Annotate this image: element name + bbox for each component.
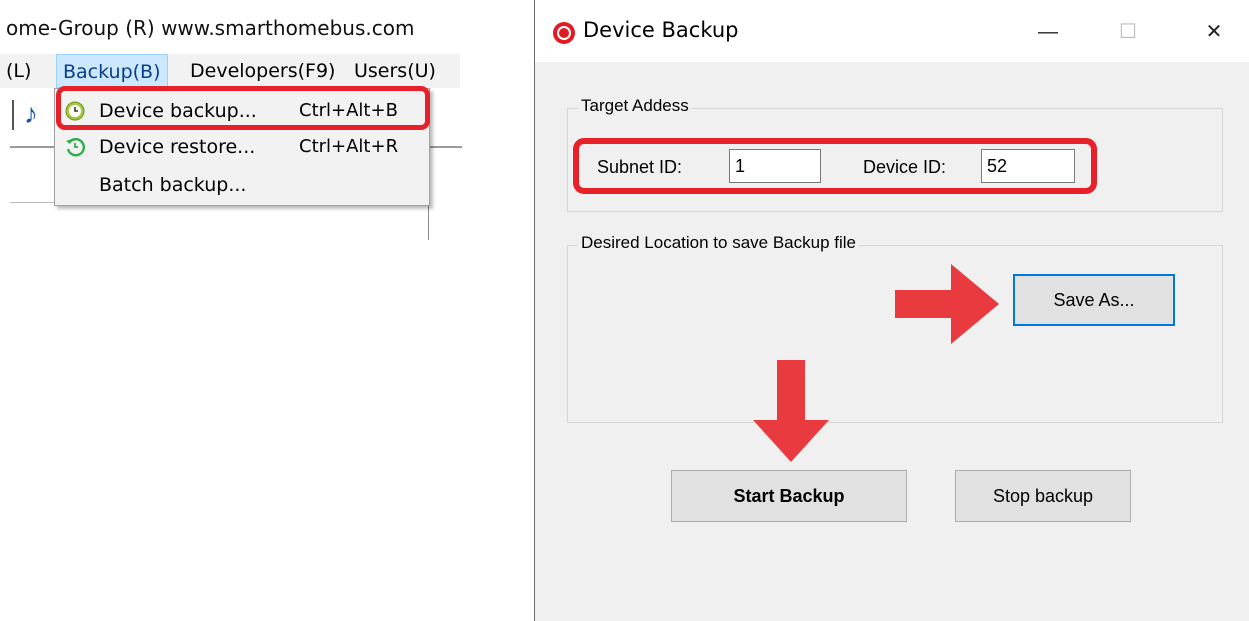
save-location-legend: Desired Location to save Backup file	[578, 233, 859, 253]
start-backup-button[interactable]: Start Backup	[671, 470, 907, 522]
app-logo-icon	[553, 22, 575, 44]
main-app-window: ome-Group (R) www.smarthomebus.com (L) B…	[0, 0, 470, 240]
target-address-legend: Target Addess	[578, 96, 692, 116]
dialog-title: Device Backup	[583, 18, 739, 42]
music-note-icon[interactable]: ♪	[24, 98, 38, 130]
toolbar-separator	[12, 100, 14, 130]
restore-clock-icon	[66, 138, 85, 157]
arrow-down-icon	[753, 360, 829, 462]
close-button[interactable]: ✕	[1191, 12, 1237, 52]
grid-line	[428, 200, 429, 240]
device-restore-shortcut: Ctrl+Alt+R	[299, 136, 399, 157]
batch-backup-label: Batch backup...	[99, 174, 247, 196]
menu-bar: (L) Backup(B) Developers(F9) Users(U)	[0, 54, 460, 88]
title-bar[interactable]: Device Backup — ☐ ✕	[535, 0, 1249, 62]
menu-item-users[interactable]: Users(U)	[348, 54, 442, 88]
menu-item-device-restore[interactable]: Device restore... Ctrl+Alt+R	[55, 129, 429, 165]
device-backup-dialog: Device Backup — ☐ ✕ Target Addess Subnet…	[534, 0, 1249, 621]
stop-backup-button[interactable]: Stop backup	[955, 470, 1131, 522]
device-restore-label: Device restore...	[99, 136, 256, 158]
minimize-button[interactable]: —	[1025, 12, 1071, 52]
app-title: ome-Group (R) www.smarthomebus.com	[6, 16, 415, 40]
highlight-box-target-address	[573, 138, 1097, 194]
divider	[10, 202, 54, 203]
arrow-right-icon	[895, 264, 999, 344]
save-as-button[interactable]: Save As...	[1013, 274, 1175, 326]
divider	[428, 146, 462, 148]
maximize-button: ☐	[1119, 21, 1137, 43]
menu-item-l[interactable]: (L)	[0, 54, 37, 88]
menu-item-developers[interactable]: Developers(F9)	[184, 54, 341, 88]
highlight-box-device-backup	[56, 86, 430, 130]
menu-item-batch-backup[interactable]: Batch backup...	[55, 167, 429, 203]
menu-item-backup[interactable]: Backup(B)	[56, 54, 168, 88]
divider	[10, 146, 54, 148]
